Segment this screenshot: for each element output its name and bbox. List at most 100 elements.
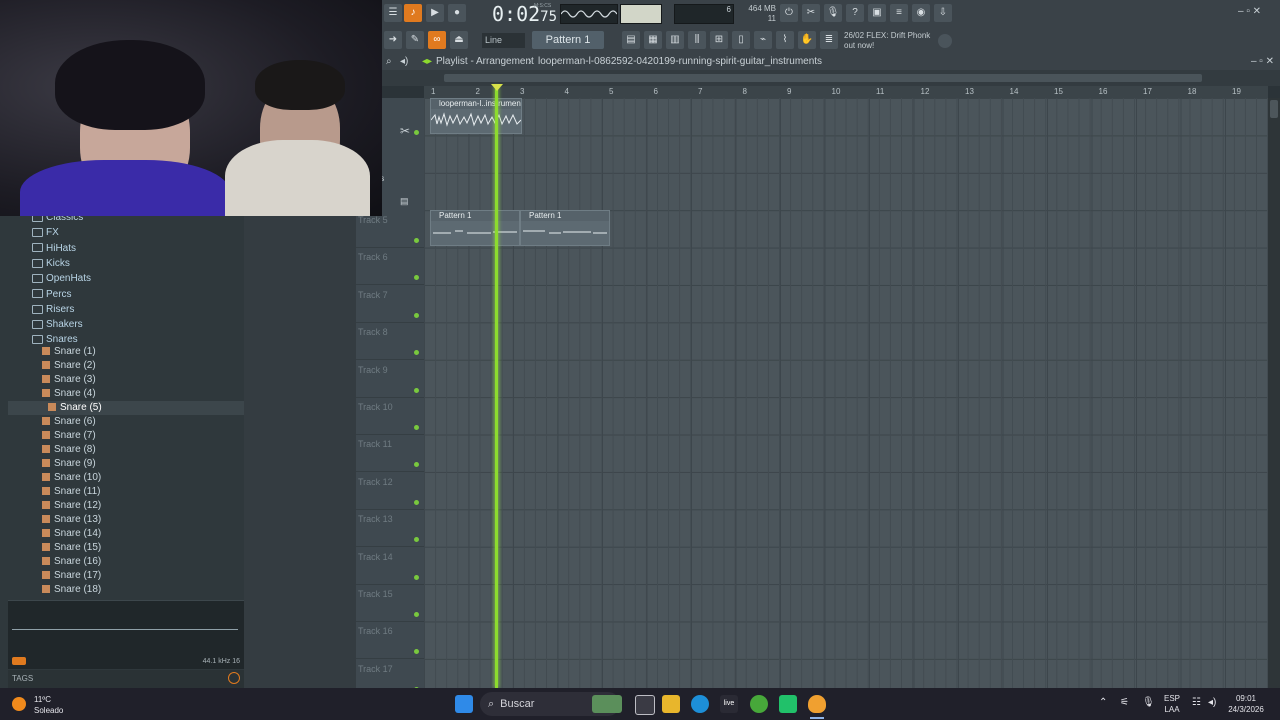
window-controls[interactable]: – ▫ ✕ (1238, 6, 1261, 17)
browser-file[interactable]: Snare (12) (42, 500, 101, 511)
track-1-mute-icon[interactable] (414, 130, 419, 135)
mixer-view-icon[interactable]: ⫼ (688, 31, 706, 49)
channel-rack-icon[interactable]: ▥ (666, 31, 684, 49)
touch-icon[interactable]: ✋ (798, 31, 816, 49)
browser-file[interactable]: Snare (3) (42, 374, 96, 385)
audio-track-controls[interactable]: ✂ (382, 104, 419, 138)
app-green-icon[interactable] (750, 695, 768, 713)
track-header[interactable]: Track 15 (356, 584, 424, 622)
browser-file[interactable]: Snare (13) (42, 514, 101, 525)
playlist-search-icon[interactable]: ⌕ (386, 54, 392, 70)
browser-file[interactable]: Snare (2) (42, 360, 96, 371)
track-header[interactable]: Track 14 (356, 547, 424, 585)
track-mute-icon[interactable] (414, 275, 419, 281)
globe-icon[interactable] (938, 34, 952, 48)
master-volume[interactable] (620, 4, 662, 24)
browser-file[interactable]: Snare (8) (42, 444, 96, 455)
playlist-grid[interactable]: looperman-l..instrumen Pattern 1 Pattern… (424, 98, 1268, 688)
track-mute-icon[interactable] (414, 537, 419, 543)
track-header[interactable]: Track 11 (356, 434, 424, 473)
track-header[interactable]: Track 12 (356, 472, 424, 510)
mixer-icon[interactable]: ≡ (890, 4, 908, 22)
track-mute-icon[interactable] (414, 312, 419, 318)
tags-bar[interactable]: TAGS (8, 670, 244, 688)
track-header[interactable]: Track 16 (356, 621, 424, 660)
track-mute-icon[interactable] (414, 238, 419, 243)
browser-file[interactable]: Snare (9) (42, 458, 96, 469)
playhead[interactable] (495, 86, 498, 688)
arrow-right-icon[interactable]: ➜ (384, 31, 402, 49)
network-icon[interactable]: ⚟ (1120, 697, 1129, 708)
microphone-icon[interactable]: 🎙 (824, 4, 842, 22)
browser-file[interactable]: Snare (18) (42, 584, 101, 595)
stamp-icon[interactable]: ⏏ (450, 31, 468, 49)
piano-roll-icon[interactable]: ▦ (644, 31, 662, 49)
browser-folder[interactable]: FX (32, 227, 59, 238)
track-header[interactable]: Track 6 (356, 247, 424, 286)
weather-widget[interactable]: 11ºC Soleado (34, 694, 63, 716)
save-icon[interactable]: ▣ (868, 4, 886, 22)
pattern-song-toggle-icon[interactable]: ♪ (404, 4, 422, 22)
horizontal-scrollbar[interactable] (444, 74, 1202, 82)
playlist-window-controls[interactable]: – ▫ ✕ (1251, 54, 1274, 70)
playlist-speaker-icon[interactable]: ◂) (400, 54, 408, 70)
playhead-marker-icon[interactable] (491, 84, 503, 91)
browser-file[interactable]: Snare (5) (48, 402, 102, 413)
track-header[interactable]: Track 9 (356, 360, 424, 398)
sample-preview[interactable]: 44.1 kHz 16 (8, 600, 244, 669)
browser-folder[interactable]: Risers (32, 304, 74, 315)
pattern-select[interactable]: Pattern 1 (532, 31, 604, 49)
snap-select[interactable]: Line (482, 33, 525, 48)
news-panel[interactable]: 26/02 FLEX: Drift Phonk out now! (844, 31, 930, 51)
chevron-up-icon[interactable]: ⌃ (1099, 697, 1107, 708)
browser-icon[interactable]: ▯ (732, 31, 750, 49)
browser-file[interactable]: Snare (11) (42, 486, 101, 497)
pattern-clip[interactable]: Pattern 1 (520, 210, 610, 246)
play-icon[interactable]: ▶ (426, 4, 444, 22)
track-mute-icon[interactable] (414, 499, 419, 505)
preview-play-icon[interactable] (12, 657, 26, 665)
browser-folder[interactable]: Kicks (32, 258, 70, 269)
link-icon[interactable]: ∞ (428, 31, 446, 49)
browser-file[interactable]: Snare (6) (42, 416, 96, 427)
record-icon[interactable]: ● (448, 4, 466, 22)
brush-icon[interactable]: ⌇ (776, 31, 794, 49)
news-icon[interactable]: ≣ (820, 31, 838, 49)
browser-folder[interactable]: OpenHats (32, 273, 91, 284)
browser-file[interactable]: Snare (10) (42, 472, 101, 483)
volume-icon[interactable]: ◂) (1208, 697, 1216, 708)
browser-file[interactable]: Snare (7) (42, 430, 96, 441)
browser-file[interactable]: Snare (17) (42, 570, 101, 581)
track-header[interactable]: Track 8 (356, 322, 424, 361)
track-mute-icon[interactable] (414, 649, 419, 655)
browser-folder[interactable]: Percs (32, 289, 72, 300)
track-mute-icon[interactable] (414, 574, 419, 580)
clock[interactable]: 09:01 24/3/2026 (1222, 693, 1270, 715)
weather-sun-icon[interactable] (12, 697, 26, 711)
scissors-icon[interactable]: ✂ (400, 124, 410, 138)
track-mute-icon[interactable] (414, 387, 419, 393)
menu-icon[interactable]: ☰ (384, 4, 402, 22)
windows-start-icon[interactable] (455, 695, 473, 713)
browser-folder[interactable]: Snares (32, 334, 78, 345)
microphone-tray-icon[interactable]: 🎙 (1142, 697, 1155, 708)
browser-file[interactable]: Snare (14) (42, 528, 101, 539)
browser-folder[interactable]: Shakers (32, 319, 83, 330)
task-view-icon[interactable] (635, 695, 655, 715)
chat-icon[interactable]: ◉ (912, 4, 930, 22)
vertical-scroll-thumb[interactable] (1270, 100, 1278, 118)
browser-file[interactable]: Snare (4) (42, 388, 96, 399)
track-header[interactable]: Track 7 (356, 285, 424, 323)
tags-search-icon[interactable] (228, 672, 240, 684)
browser-folder[interactable]: HiHats (32, 243, 76, 254)
browser-file[interactable]: Snare (1) (42, 346, 96, 357)
download-icon[interactable]: ⇩ (934, 4, 952, 22)
track-mute-icon[interactable] (414, 425, 419, 430)
playlist-arrow-icon[interactable]: ◂▸ (422, 54, 432, 70)
cpu-icon[interactable]: ⏻ (780, 4, 798, 22)
pattern-icon[interactable]: ▤ (400, 196, 410, 206)
draw-tool-icon[interactable]: ✎ (406, 31, 424, 49)
vertical-scrollbar[interactable] (1268, 98, 1280, 688)
pattern-clip[interactable]: Pattern 1 (430, 210, 520, 246)
channel-icon[interactable]: ⊞ (710, 31, 728, 49)
